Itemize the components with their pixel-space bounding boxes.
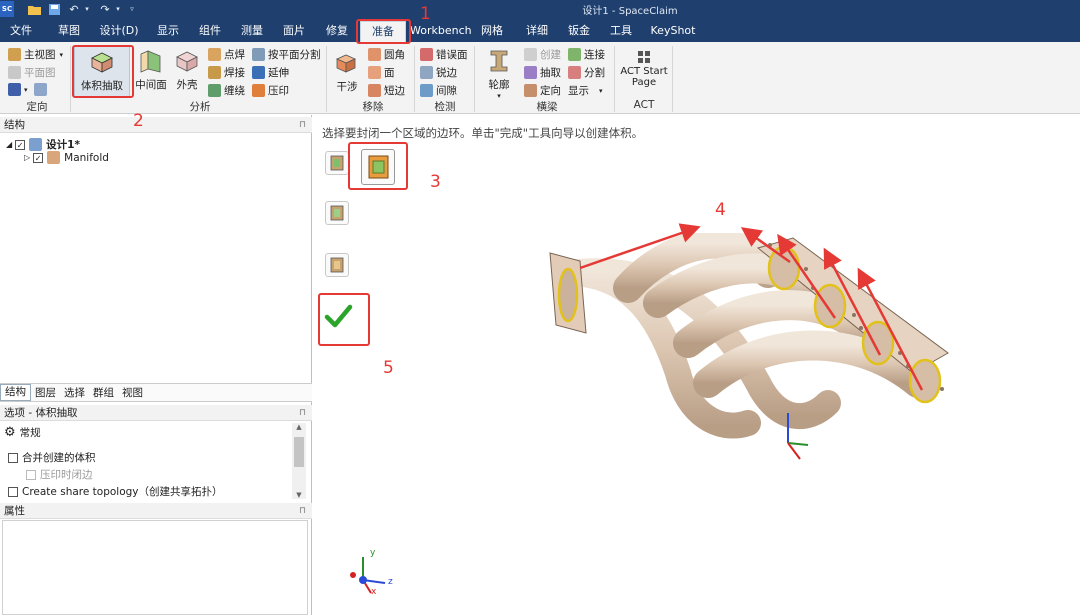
arrow-loop-2 — [777, 233, 837, 319]
annotation-arrows — [579, 223, 924, 391]
arrow-loop-1 — [740, 227, 791, 264]
spaceclaim-window: SC ↶ ▾ ↷ ▾ ▿ 设计1 - SpaceClaim 文件 草图 设计(D… — [0, 0, 1080, 615]
arrow-inlet — [579, 223, 701, 270]
arrow-loop-4 — [857, 267, 924, 391]
arrow-loop-3 — [823, 247, 882, 356]
